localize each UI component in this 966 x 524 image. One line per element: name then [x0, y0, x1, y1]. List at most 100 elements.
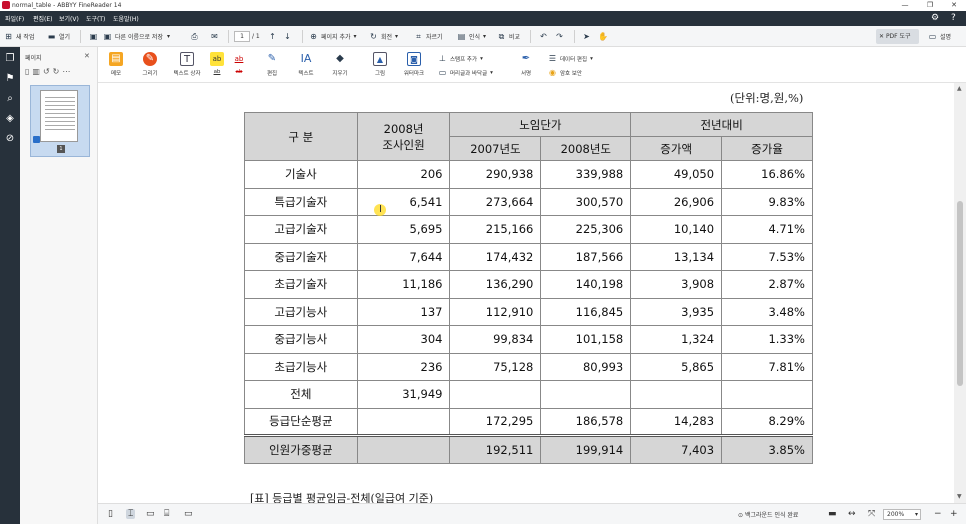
print-button[interactable]: ⎙: [190, 31, 202, 42]
scroll-up-icon[interactable]: ▲: [957, 85, 962, 92]
open-button[interactable]: ▬ 열기: [47, 31, 70, 42]
prev-page-button[interactable]: ↑: [268, 31, 280, 42]
fit-view-icon[interactable]: ⌸: [164, 509, 169, 519]
maximize-button[interactable]: ❐: [918, 0, 942, 11]
left-sidebar: ❐ ⚑ ⌕ ◈ ⊘: [0, 47, 20, 524]
strikethrough-button[interactable]: ab ab: [228, 50, 250, 80]
save-as-button[interactable]: ▣ 다른 이름으로 저장 ▾: [103, 31, 170, 42]
page-width-view-icon[interactable]: ⌶: [126, 509, 136, 519]
settings-gear-icon[interactable]: ⚙: [931, 13, 939, 23]
page-number-input[interactable]: 1: [234, 31, 250, 42]
presentation-view-icon[interactable]: ▭: [184, 509, 193, 519]
edit-button[interactable]: ✎ 편집: [256, 50, 288, 80]
crop-button[interactable]: ⌗ 자르기: [414, 31, 442, 42]
sign-button[interactable]: ✒ 서명: [510, 50, 542, 80]
redo-button[interactable]: ↷: [555, 31, 567, 42]
header-footer-button[interactable]: ▭ 머리글과 바닥글 ▾: [438, 67, 493, 78]
fit-width-icon[interactable]: ▬: [828, 509, 837, 519]
fit-page-icon[interactable]: ⤧: [868, 509, 875, 519]
textbox-button[interactable]: T 텍스트 상자: [171, 50, 203, 80]
email-button[interactable]: ✉: [210, 31, 222, 42]
single-page-view-icon[interactable]: ▯: [108, 509, 113, 519]
draw-button[interactable]: ✎ 그리기: [134, 50, 166, 80]
total-row-increase-amount: 7,403: [630, 434, 723, 464]
page-total: / 1: [252, 33, 260, 40]
pointer-icon: ➤: [583, 32, 590, 41]
header-2008: 2008년도: [540, 136, 632, 161]
close-button[interactable]: ✕: [942, 0, 966, 11]
highlight-button[interactable]: ab ab: [206, 50, 228, 80]
header-footer-icon: ▭: [438, 68, 447, 77]
attachment-icon[interactable]: ⊘: [4, 133, 16, 145]
row-count: 236: [356, 352, 451, 381]
divider: [228, 30, 229, 43]
row-increase-amount: 1,324: [630, 325, 723, 354]
zoom-select[interactable]: 200% ▾: [883, 509, 921, 520]
unit-note: (단위:명,원,%): [730, 91, 804, 105]
zoom-out-button[interactable]: −: [934, 509, 942, 519]
two-page-view-icon[interactable]: ▭: [146, 509, 155, 519]
row-wage-2008: 225,306: [540, 215, 632, 244]
new-task-button[interactable]: ⊞ 새 작업: [4, 31, 34, 42]
minimize-button[interactable]: —: [893, 0, 917, 11]
edit-icon: ✎: [267, 53, 277, 64]
rotate-right-icon[interactable]: ↻: [53, 67, 63, 76]
protect-button[interactable]: ◉ 암호 보안: [548, 67, 582, 78]
text-button[interactable]: IA 텍스트: [290, 50, 322, 80]
row-count: 137: [356, 297, 451, 326]
menu-file[interactable]: 파일(F): [5, 14, 24, 23]
image-button[interactable]: ▲ 그림: [364, 50, 396, 80]
zoom-in-button[interactable]: +: [950, 509, 958, 519]
save-button[interactable]: ▣: [89, 31, 101, 42]
background-recognition-status: ⊙ 백그라운드 인식 완료: [738, 512, 799, 519]
row-label: 기술사: [244, 160, 358, 189]
row-wage-2008: 140,198: [540, 270, 632, 299]
more-icon[interactable]: ⋯: [62, 67, 73, 76]
delete-icon[interactable]: ▥: [32, 67, 43, 76]
select-tool-button[interactable]: ➤: [582, 31, 594, 42]
menu-help[interactable]: 도움말(H): [113, 14, 139, 23]
hand-tool-button[interactable]: ✋: [598, 31, 610, 42]
watermark-button[interactable]: ◙ 워터마크: [398, 50, 430, 80]
image-icon: ▲: [373, 52, 387, 66]
menu-view[interactable]: 보기(V): [59, 14, 79, 23]
add-page-button[interactable]: ⊕ 페이지 추가 ▾: [309, 31, 356, 42]
row-wage-2008: [540, 380, 632, 409]
menu-tools[interactable]: 도구(T): [86, 14, 105, 23]
chevron-down-icon: ▾: [590, 55, 593, 62]
recognize-button[interactable]: ▤ 인식 ▾: [457, 31, 486, 42]
pages-panel-icon[interactable]: ❐: [4, 53, 16, 65]
compare-button[interactable]: ⧉ 비교: [497, 31, 520, 42]
note-icon: ▤: [109, 52, 123, 66]
total-row-increase-rate: 3.85%: [721, 434, 813, 464]
header-prev-compare: 전년대비: [630, 112, 813, 137]
bookmark-icon[interactable]: ⚑: [4, 73, 16, 85]
scroll-down-icon[interactable]: ▼: [957, 493, 962, 500]
undo-button[interactable]: ↶: [539, 31, 551, 42]
page-thumbnail[interactable]: 1: [30, 85, 90, 157]
help-question-icon[interactable]: ?: [951, 13, 956, 23]
scrollbar-thumb[interactable]: [957, 201, 963, 386]
row-wage-2008: 116,845: [540, 297, 632, 326]
stamp-add-button[interactable]: ⊥ 스탬프 추가 ▾: [438, 53, 483, 64]
pdf-tools-button[interactable]: ✕ PDF 도구: [876, 29, 919, 44]
pages-panel-title: 페이지: [25, 55, 42, 62]
memo-button[interactable]: ▤ 메모: [100, 50, 132, 80]
data-edit-button[interactable]: ☰ 데이터 편집 ▾: [548, 53, 593, 64]
erase-button[interactable]: ◆ 지우기: [324, 50, 356, 80]
menu-edit[interactable]: 편집(E): [33, 14, 53, 23]
rotate-button[interactable]: ↻ 회전 ▾: [369, 31, 398, 42]
row-wage-2008: 101,158: [540, 325, 632, 354]
fit-horizontal-icon[interactable]: ↔: [848, 509, 856, 519]
help-button[interactable]: ▭ 설명: [928, 31, 951, 42]
tag-icon[interactable]: ◈: [4, 113, 16, 125]
row-label: 특급기술자: [244, 187, 358, 216]
divider: [302, 30, 303, 43]
stamp-icon: ⊥: [439, 54, 446, 63]
rotate-left-icon[interactable]: ↺: [43, 67, 53, 76]
underline-label: ab: [213, 69, 221, 75]
vertical-scrollbar[interactable]: ▲ ▼: [954, 83, 966, 503]
close-icon[interactable]: ✕: [84, 52, 90, 60]
search-icon[interactable]: ⌕: [4, 93, 16, 105]
next-page-button[interactable]: ↓: [283, 31, 295, 42]
